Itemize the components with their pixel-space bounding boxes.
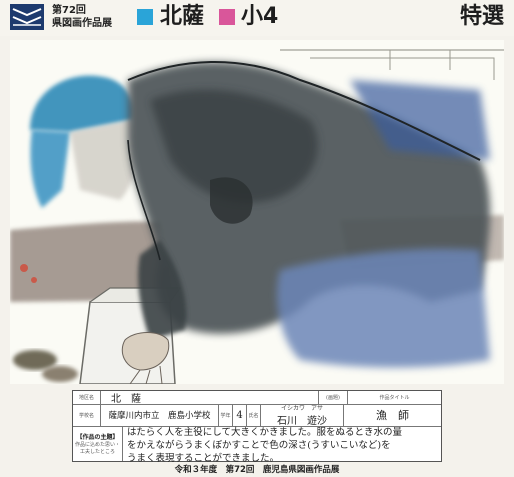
theme-heading: 【作品の主題】	[76, 434, 119, 441]
exhibition-title: 第72回 県図画作品展	[52, 4, 112, 30]
grade-heading: 学年	[219, 404, 233, 426]
watercolor-painting	[10, 40, 504, 384]
name-furigana: イシカワ アサ	[280, 405, 323, 412]
exhibition-name: 県図画作品展	[52, 18, 112, 29]
label-row-region: 地区名 北 薩 (画題) 作品タイトル	[73, 391, 441, 405]
artwork-label-card: 地区名 北 薩 (画題) 作品タイトル 学校名 薩摩川内市立 鹿島小学校 学年 …	[72, 390, 442, 464]
grade-value: 4	[233, 404, 247, 426]
label-row-school: 学校名 薩摩川内市立 鹿島小学校 学年 4 氏名 イシカワ アサ 石川 遊沙 漁…	[73, 404, 441, 427]
theme-comment: はたらく人を主役にして大きくかきました。服をぬるとき水の量 をかえながらうまくぼ…	[127, 426, 439, 465]
region-color-chip	[137, 9, 153, 25]
school-heading: 学校名	[73, 404, 101, 426]
region-label: 北薩	[160, 4, 205, 29]
theme-note: 作品に込めた思い・工夫したところ	[74, 442, 120, 455]
region-value: 北 薩	[111, 394, 141, 404]
footer-caption: 令和３年度 第72回 鹿児島県図画作品展	[174, 465, 340, 475]
comment-line-1: はたらく人を主役にして大きくかきました。服をぬるとき水の量	[127, 427, 403, 438]
title-heading: 作品タイトル	[379, 395, 410, 401]
grade-label: 小4	[241, 4, 279, 29]
theme-heading-block: 【作品の主題】 作品に込めた思い・工夫したところ	[73, 426, 123, 461]
region-heading: 地区名	[73, 391, 101, 404]
title-value: 漁 師	[376, 409, 409, 422]
prefecture-emblem-icon	[10, 4, 44, 30]
title-prefix: (画題)	[318, 391, 348, 404]
comment-line-2: をかえながらうまくぼかすことで色の深さ(うすいこいなど)を	[127, 440, 391, 451]
award-label: 特選	[459, 4, 504, 29]
name-block: イシカワ アサ 石川 遊沙	[261, 404, 344, 426]
name-value: 石川 遊沙	[277, 416, 327, 426]
name-heading: 氏名	[247, 404, 261, 426]
school-value: 薩摩川内市立 鹿島小学校	[101, 404, 219, 426]
exhibition-edition: 第72回	[52, 5, 86, 16]
exhibition-header: 第72回 県図画作品展 北薩 小4 特選	[0, 0, 514, 36]
painting-image	[10, 40, 504, 384]
grade-color-chip	[219, 9, 235, 25]
label-row-theme: 【作品の主題】 作品に込めた思い・工夫したところ はたらく人を主役にして大きくか…	[73, 426, 441, 464]
